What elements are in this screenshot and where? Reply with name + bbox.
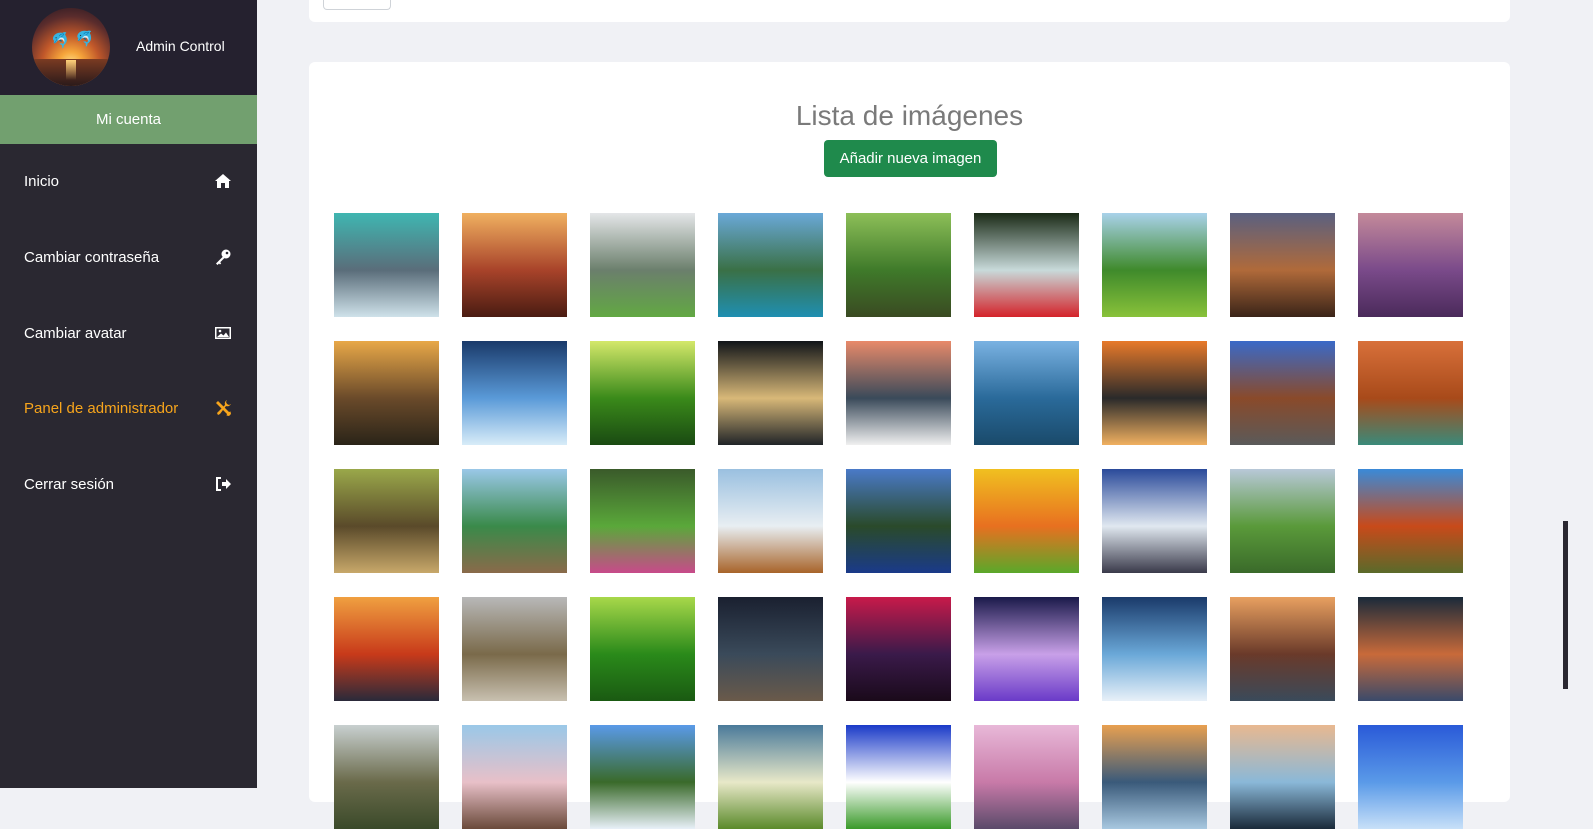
admin-name: Admin Control — [136, 38, 225, 54]
sidebar-item-cerrar-sesion[interactable]: Cerrar sesión — [0, 464, 257, 504]
partial-button[interactable] — [323, 0, 391, 10]
image-thumbnail[interactable] — [974, 725, 1079, 829]
sidebar-item-label: Cerrar sesión — [24, 475, 115, 493]
image-thumbnail[interactable] — [846, 341, 951, 445]
sidebar-item-label: Panel de administrador — [24, 399, 179, 417]
image-thumbnail[interactable] — [590, 725, 695, 829]
image-thumbnail[interactable] — [334, 725, 439, 829]
key-icon — [216, 249, 231, 265]
sidebar-item-inicio[interactable]: Inicio — [0, 161, 257, 201]
image-thumbnail[interactable] — [590, 597, 695, 701]
image-thumbnail[interactable] — [1358, 469, 1463, 573]
image-thumbnail[interactable] — [1102, 597, 1207, 701]
image-thumbnail[interactable] — [462, 597, 567, 701]
home-icon — [215, 174, 231, 188]
image-thumbnail[interactable] — [590, 341, 695, 445]
image-thumbnail[interactable] — [462, 725, 567, 829]
sidebar-item-label: Inicio — [24, 172, 60, 190]
image-thumbnail[interactable] — [1102, 213, 1207, 317]
sidebar: 🐬 🐬 Admin Control Mi cuenta Inicio Cambi… — [0, 0, 257, 788]
image-thumbnail[interactable] — [1230, 597, 1335, 701]
image-thumbnail[interactable] — [1230, 469, 1335, 573]
page-title: Lista de imágenes — [795, 100, 1024, 131]
my-account-button[interactable]: Mi cuenta — [0, 95, 257, 144]
image-thumbnail[interactable] — [974, 341, 1079, 445]
image-thumbnail[interactable] — [590, 469, 695, 573]
sign-out-icon — [216, 477, 231, 491]
scrollbar[interactable] — [1563, 521, 1568, 689]
sidebar-item-label: Cambiar contraseña — [24, 248, 160, 266]
image-thumbnail[interactable] — [462, 213, 567, 317]
tools-icon — [216, 400, 231, 416]
image-thumbnail[interactable] — [718, 341, 823, 445]
image-thumbnail[interactable] — [846, 597, 951, 701]
image-thumbnail[interactable] — [718, 725, 823, 829]
image-thumbnail[interactable] — [1358, 213, 1463, 317]
image-thumbnail[interactable] — [462, 469, 567, 573]
image-icon — [215, 327, 231, 339]
image-thumbnail[interactable] — [718, 213, 823, 317]
image-thumbnail[interactable] — [1102, 469, 1207, 573]
image-thumbnail[interactable] — [1102, 725, 1207, 829]
image-thumbnail[interactable] — [1102, 341, 1207, 445]
add-image-button[interactable]: Añadir nueva imagen — [824, 140, 997, 177]
sidebar-item-label: Cambiar avatar — [24, 324, 127, 342]
image-thumbnail[interactable] — [1358, 341, 1463, 445]
image-thumbnail[interactable] — [1230, 725, 1335, 829]
image-thumbnail[interactable] — [334, 469, 439, 573]
image-thumbnail[interactable] — [334, 597, 439, 701]
sidebar-item-cambiar-avatar[interactable]: Cambiar avatar — [0, 313, 257, 353]
image-thumbnail[interactable] — [974, 213, 1079, 317]
image-thumbnail[interactable] — [846, 213, 951, 317]
image-thumbnail[interactable] — [718, 469, 823, 573]
sidebar-item-panel-administrador[interactable]: Panel de administrador — [0, 388, 257, 428]
image-thumbnail[interactable] — [846, 725, 951, 829]
image-thumbnail[interactable] — [718, 597, 823, 701]
image-thumbnail[interactable] — [1358, 597, 1463, 701]
image-thumbnail[interactable] — [1230, 341, 1335, 445]
image-thumbnail[interactable] — [1230, 213, 1335, 317]
image-thumbnail[interactable] — [334, 341, 439, 445]
image-list-card: Lista de imágenes Añadir nueva imagen — [309, 62, 1510, 829]
top-card — [309, 0, 1510, 22]
image-thumbnail[interactable] — [974, 469, 1079, 573]
image-thumbnail[interactable] — [462, 341, 567, 445]
image-thumbnail[interactable] — [974, 597, 1079, 701]
dolphin-icon: 🐬 — [74, 28, 97, 51]
image-thumbnail[interactable] — [1358, 725, 1463, 829]
sidebar-item-cambiar-contrasena[interactable]: Cambiar contraseña — [0, 237, 257, 277]
profile-header: 🐬 🐬 Admin Control — [0, 0, 257, 95]
image-thumbnail[interactable] — [590, 213, 695, 317]
dolphin-icon: 🐬 — [49, 30, 74, 53]
image-thumbnail[interactable] — [334, 213, 439, 317]
avatar[interactable]: 🐬 🐬 — [32, 8, 110, 86]
image-thumbnail[interactable] — [846, 469, 951, 573]
